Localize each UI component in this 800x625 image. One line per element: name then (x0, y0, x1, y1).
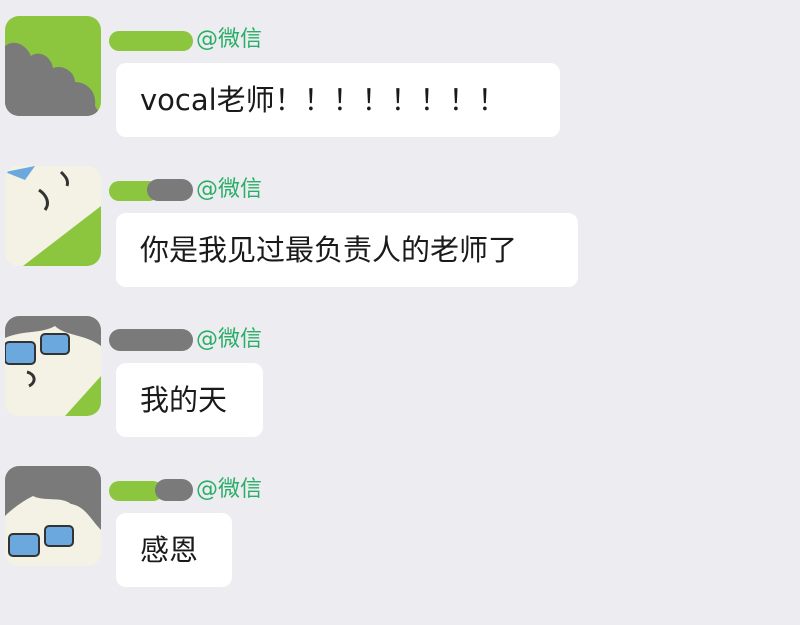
cartoon-avatar-icon (5, 316, 101, 416)
message-bubble[interactable]: 我的天 (116, 363, 263, 437)
sender-suffix: @微信 (196, 477, 263, 502)
blurred-sender-name (109, 479, 193, 501)
avatar[interactable] (5, 166, 101, 266)
message-item: @微信 你是我见过最负责人的老师了 (0, 150, 800, 300)
blurred-sender-name (109, 179, 193, 201)
blurred-sender-name (109, 329, 193, 351)
cartoon-avatar-icon (5, 466, 101, 566)
sender-suffix: @微信 (196, 327, 263, 352)
cartoon-avatar-icon (5, 166, 101, 266)
avatar[interactable] (5, 316, 101, 416)
avatar[interactable] (5, 466, 101, 566)
avatar[interactable] (5, 16, 101, 116)
message-item: @微信 我的天 (0, 300, 800, 450)
message-bubble[interactable]: vocal老师！！！！！！！！ (116, 63, 560, 137)
message-bubble[interactable]: 感恩 (116, 513, 232, 587)
blurred-sender-name (109, 31, 193, 51)
sender-suffix: @微信 (196, 177, 263, 202)
cartoon-avatar-icon (5, 16, 101, 116)
message-bubble[interactable]: 你是我见过最负责人的老师了 (116, 213, 578, 287)
message-item: @微信 感恩 (0, 450, 800, 625)
sender-suffix: @微信 (196, 27, 263, 52)
message-item: @微信 vocal老师！！！！！！！！ (0, 0, 800, 150)
